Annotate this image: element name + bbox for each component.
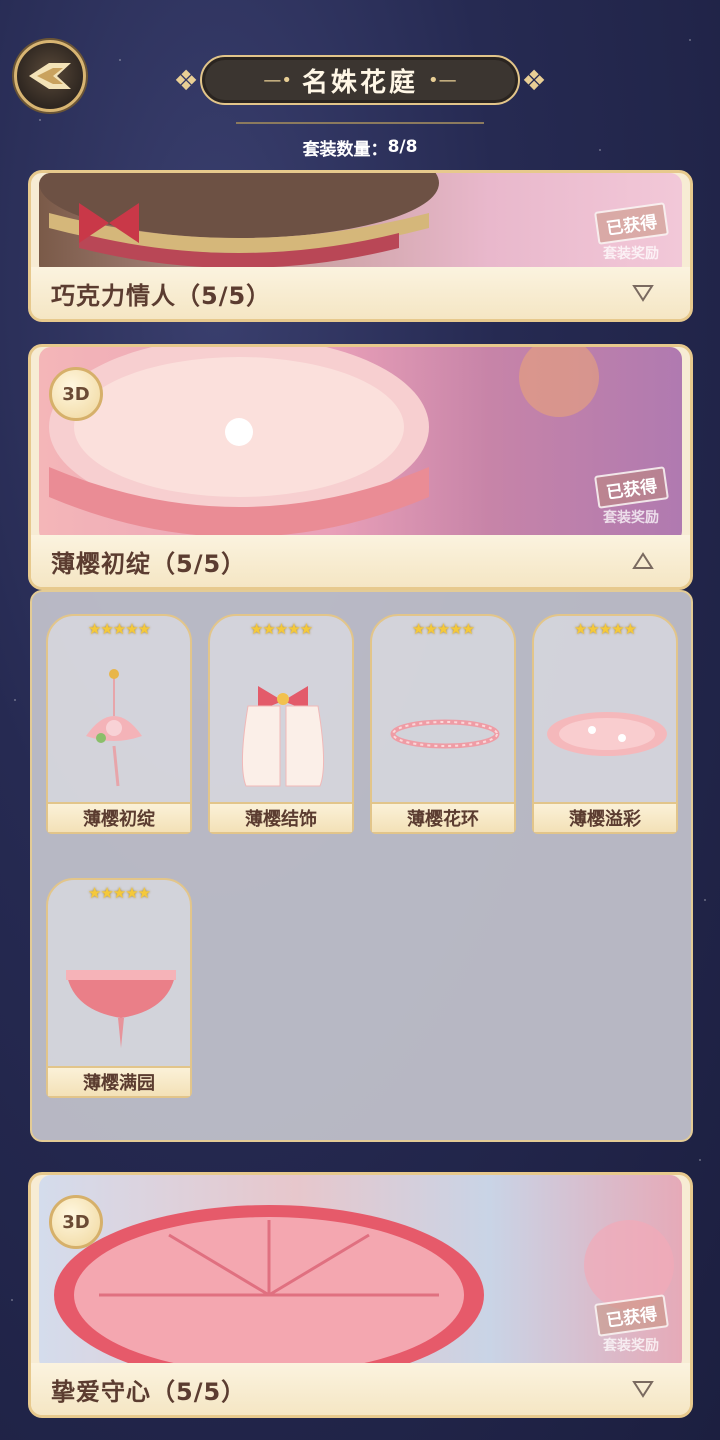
suit-reward-label: 套装奖励 [603, 1338, 659, 1354]
suit-count-label: 套装数量： [302, 139, 388, 160]
item-frame: ★★★★★ 薄樱满园 [46, 878, 192, 1098]
rarity-stars: ★★★★★ [87, 884, 151, 902]
title-deco-right: •— [428, 69, 457, 91]
item-card[interactable]: ★★★★★ 薄樱结饰 [208, 604, 354, 834]
suit-reward-label: 套装奖励 [603, 510, 659, 526]
item-frame: ★★★★★ 薄樱初绽 [46, 614, 192, 834]
item-name: 薄樱结饰 [210, 802, 352, 832]
garden-bowl-image [66, 970, 176, 1048]
suit-name: 巧克力情人（5/5） [51, 281, 272, 310]
triangle-down-icon[interactable] [632, 283, 654, 303]
title-deco-left: —• [263, 69, 292, 91]
item-name: 薄樱满园 [48, 1066, 190, 1096]
rarity-stars: ★★★★★ [249, 620, 313, 638]
item-name: 薄樱初绽 [48, 802, 190, 832]
suit-banner-image [39, 173, 682, 277]
suit-items-panel: ★★★★★ 薄樱初绽 ★★★★★ 薄樱结饰 ★★★★★ 薄樱花环 ★★★★★ 薄… [30, 590, 693, 1142]
sleeve-ornament-image [241, 686, 325, 787]
back-arrow-icon [29, 63, 71, 89]
item-card[interactable]: ★★★★★ 薄樱溢彩 [532, 604, 678, 834]
suit-reward-label: 套装奖励 [603, 246, 659, 262]
item-card[interactable]: ★★★★★ 薄樱满园 [46, 868, 192, 1098]
suit-card-chocolate-lover[interactable]: 已获得 套装奖励 巧克力情人（5/5） [28, 170, 693, 322]
3d-badge[interactable]: 3D [49, 1195, 103, 1249]
title-wing-left-icon: ❖ [173, 63, 199, 97]
suit-banner-image [39, 1175, 682, 1371]
obtained-badge: 已获得 套装奖励 [590, 466, 672, 527]
hair-ornament-image [86, 669, 142, 787]
3d-badge[interactable]: 3D [49, 367, 103, 421]
suit-card-devoted-heart[interactable]: 3D 已获得 套装奖励 挚爱守心（5/5） [28, 1172, 693, 1418]
item-frame: ★★★★★ 薄樱结饰 [208, 614, 354, 834]
obtained-stamp: 已获得 [593, 466, 669, 509]
item-card[interactable]: ★★★★★ 薄樱花环 [370, 604, 516, 834]
back-button[interactable] [14, 40, 86, 112]
suit-name-bar[interactable]: 薄樱初绽（5/5） [31, 535, 690, 587]
suit-count-value: 8/8 [387, 137, 418, 157]
floor-platform-image [547, 712, 667, 756]
obtained-stamp: 已获得 [593, 1294, 669, 1337]
item-frame: ★★★★★ 薄樱溢彩 [532, 614, 678, 834]
triangle-down-icon[interactable] [632, 1379, 654, 1399]
flower-ring-image [390, 719, 500, 749]
cherry-platform-image [49, 347, 599, 537]
page-title-plate: —• 名姝花庭 •— [200, 55, 520, 105]
item-name: 薄樱花环 [372, 802, 514, 832]
page-title: 名姝花庭 [301, 67, 418, 98]
suit-name: 挚爱守心（5/5） [51, 1377, 247, 1406]
obtained-badge: 已获得 套装奖励 [590, 202, 672, 263]
item-card[interactable]: ★★★★★ 薄樱初绽 [46, 604, 192, 834]
chocolate-basket-image [39, 173, 439, 268]
suit-name-bar[interactable]: 巧克力情人（5/5） [31, 267, 690, 319]
rarity-stars: ★★★★★ [573, 620, 637, 638]
obtained-badge: 已获得 套装奖励 [590, 1294, 672, 1355]
rarity-stars: ★★★★★ [411, 620, 475, 638]
item-frame: ★★★★★ 薄樱花环 [370, 614, 516, 834]
suit-name-bar[interactable]: 挚爱守心（5/5） [31, 1363, 690, 1415]
rarity-stars: ★★★★★ [87, 620, 151, 638]
suit-banner-image [39, 347, 682, 543]
title-wing-right-icon: ❖ [521, 63, 547, 97]
obtained-stamp: 已获得 [593, 202, 669, 245]
heart-platform-image [54, 1205, 674, 1371]
triangle-up-icon[interactable] [632, 551, 654, 571]
suit-count: 套装数量： 8/8 [236, 122, 484, 172]
suit-name: 薄樱初绽（5/5） [51, 549, 247, 578]
suit-card-cherry-bloom[interactable]: 3D 已获得 套装奖励 薄樱初绽（5/5） [28, 344, 693, 590]
item-name: 薄樱溢彩 [534, 802, 676, 832]
